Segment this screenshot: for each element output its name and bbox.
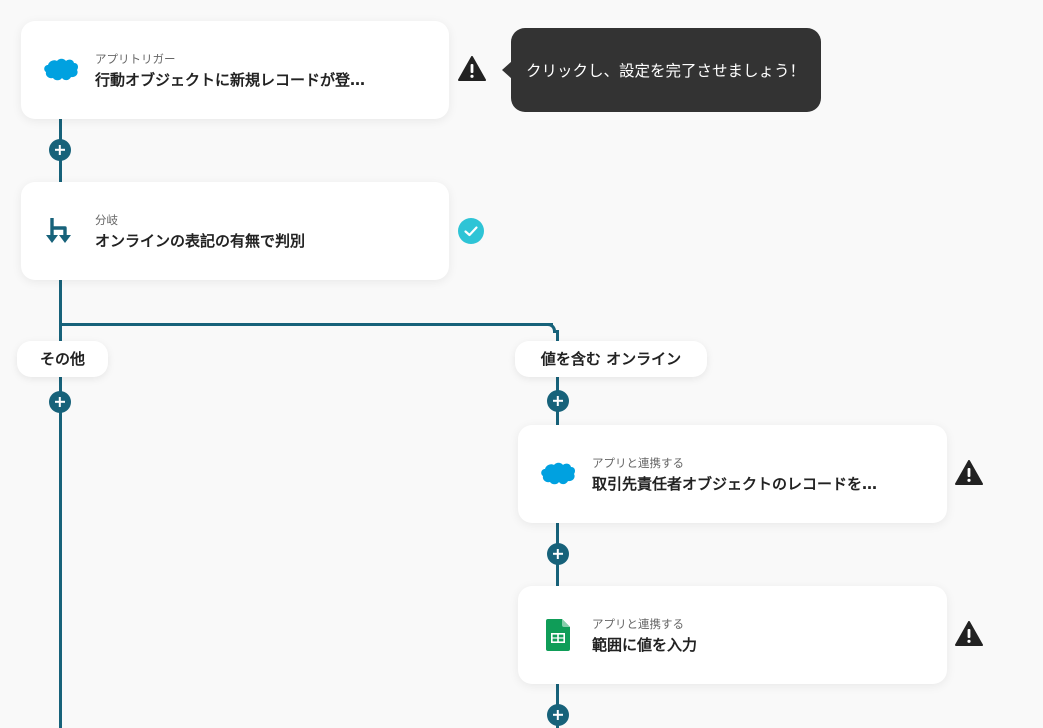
trigger-node-subtitle: アプリトリガー <box>95 52 176 66</box>
action-node-card-2[interactable]: アプリと連携する 範囲に値を入力 <box>518 586 947 684</box>
connector-split-corner <box>548 323 556 333</box>
setup-tooltip-text: クリックし、設定を完了させましょう！ <box>526 62 806 80</box>
action-node-1-title: 取引先責任者オブジェクトのレコードを… <box>592 475 878 493</box>
add-step-button-left-branch[interactable] <box>49 391 71 413</box>
salesforce-cloud-icon <box>44 58 78 81</box>
warning-icon <box>955 460 983 485</box>
setup-tooltip: クリックし、設定を完了させましょう！ <box>502 28 821 112</box>
salesforce-cloud-icon <box>541 462 575 485</box>
add-step-button-right-branch[interactable] <box>547 390 569 412</box>
trigger-node-title: 行動オブジェクトに新規レコードが登… <box>95 71 366 89</box>
branch-label-other-text: その他 <box>39 350 85 368</box>
branch-node-card[interactable]: 分岐 オンラインの表記の有無で判別 <box>21 182 449 280</box>
trigger-node-card[interactable]: アプリトリガー 行動オブジェクトに新規レコードが登… <box>21 21 449 119</box>
connector-split-horizontal <box>59 323 553 326</box>
action-node-card-1[interactable]: アプリと連携する 取引先責任者オブジェクトのレコードを… <box>518 425 947 523</box>
branch-node-title: オンラインの表記の有無で判別 <box>95 232 306 250</box>
action-node-2-subtitle: アプリと連携する <box>592 617 684 631</box>
warning-icon <box>955 621 983 646</box>
branch-label-other[interactable]: その他 <box>17 341 108 377</box>
add-step-button-right-middle[interactable] <box>547 543 569 565</box>
warning-icon <box>458 56 486 81</box>
check-icon <box>458 218 484 244</box>
add-step-button-right-bottom[interactable] <box>547 704 569 726</box>
branch-icon <box>46 218 71 243</box>
branch-node-subtitle: 分岐 <box>95 213 118 227</box>
add-step-button[interactable] <box>49 139 71 161</box>
branch-label-contains-online[interactable]: 値を含む オンライン <box>515 341 707 377</box>
google-sheets-icon <box>546 619 570 651</box>
action-node-1-subtitle: アプリと連携する <box>592 456 684 470</box>
branch-label-contains-online-text: 値を含む オンライン <box>540 350 682 368</box>
action-node-2-title: 範囲に値を入力 <box>592 636 698 654</box>
